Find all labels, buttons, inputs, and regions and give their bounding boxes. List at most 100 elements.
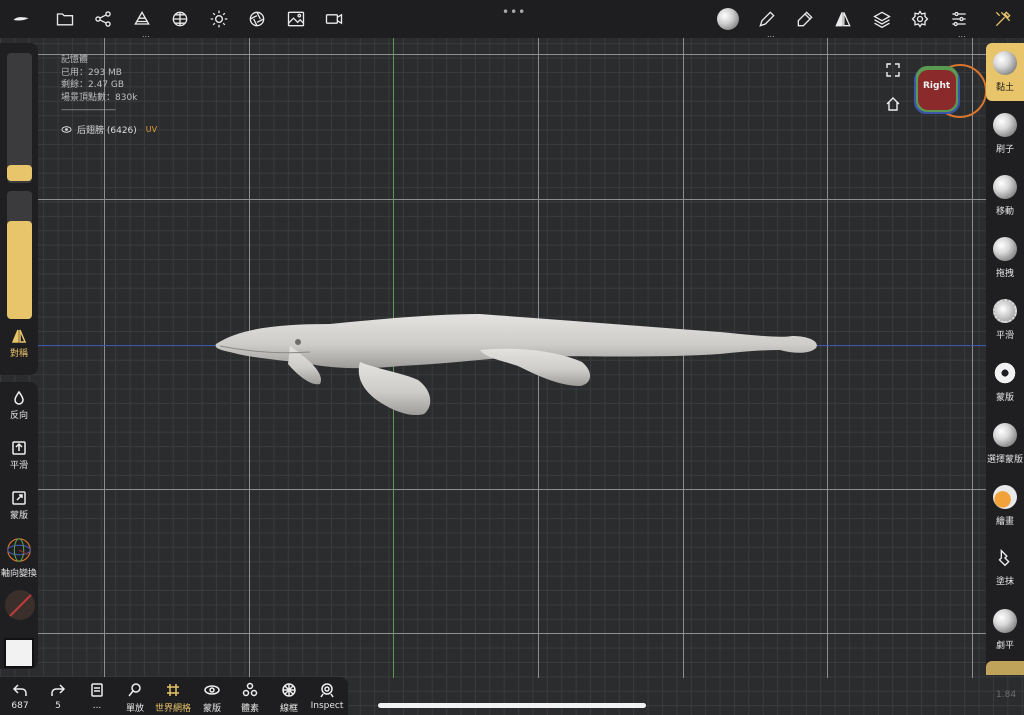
invert-button[interactable]: 反向	[0, 390, 38, 421]
tool-smudge[interactable]: 塗抹	[986, 539, 1024, 597]
smooth-label: 平滑	[9, 461, 28, 471]
material-color-swatch[interactable]	[5, 590, 35, 620]
world-grid-label: 世界網格	[154, 704, 191, 714]
radius-slider-handle[interactable]	[7, 165, 32, 181]
undo-count: 687	[11, 701, 29, 711]
inspect-button[interactable]: Inspect	[307, 682, 347, 711]
tool-label: 劇平	[995, 641, 1014, 651]
tool-label: 選擇蒙版	[986, 455, 1023, 465]
gizmo-face-label: Right	[923, 81, 951, 91]
tool-mask[interactable]: 蒙版	[986, 353, 1024, 411]
active-object-name: 后翅膀 (6426)	[77, 126, 137, 136]
fullscreen-icon[interactable]	[886, 63, 900, 77]
color-picker-swatch[interactable]	[4, 638, 34, 668]
smooth-button[interactable]: 平滑	[0, 440, 38, 471]
more-indicator: ...	[767, 30, 775, 39]
axis-transform-button[interactable]: 軸向變換	[0, 536, 38, 579]
app-logo-icon[interactable]	[10, 8, 32, 30]
window-handle-icon[interactable]: •••	[502, 5, 526, 19]
wireframe-toggle[interactable]: 線框	[269, 682, 309, 714]
lighting-icon[interactable]	[208, 8, 230, 30]
tool-brush[interactable]: 刷子	[986, 105, 1024, 163]
solo-button[interactable]: 單放	[115, 682, 155, 714]
tool-panel: 黏土 刷子 移動 拖拽 平滑 蒙版 選擇蒙版 繪畫 塗抹 劇平	[986, 43, 1024, 675]
whale-model[interactable]	[200, 300, 830, 430]
active-object-row[interactable]: 后翅膀 (6426) UV	[61, 123, 157, 136]
tool-clay[interactable]: 黏土	[986, 43, 1024, 101]
orientation-gizmo[interactable]: Right	[910, 62, 988, 122]
grid-line	[38, 633, 986, 634]
intensity-slider-fill[interactable]	[7, 221, 32, 319]
eye-icon[interactable]	[61, 124, 72, 135]
world-grid-toggle[interactable]: 世界網格	[153, 682, 193, 714]
tool-paint[interactable]: 繪畫	[986, 477, 1024, 535]
grid-line	[38, 489, 986, 490]
eyedropper-icon[interactable]	[794, 8, 816, 30]
grid-icon	[167, 684, 179, 696]
mask-button[interactable]: 蒙版	[0, 490, 38, 521]
tool-label: 蒙版	[995, 393, 1014, 403]
tool-smooth[interactable]: 平滑	[986, 291, 1024, 349]
tool-label: 拖拽	[995, 269, 1014, 279]
memory-label: 記憶體	[61, 55, 89, 65]
layers-icon[interactable]	[871, 8, 893, 30]
topology-icon[interactable]	[131, 8, 153, 30]
home-indicator[interactable]	[378, 703, 646, 708]
left-panel-actions: 反向 平滑 蒙版 軸向變換	[0, 382, 38, 669]
intensity-slider[interactable]	[7, 191, 32, 319]
material-preview-icon[interactable]	[716, 7, 740, 31]
wireframe-label: 線框	[279, 704, 298, 714]
smudge-finger-icon	[998, 549, 1010, 567]
mask-view-toggle[interactable]: 蒙版	[192, 682, 232, 714]
material-sphere-icon[interactable]	[169, 8, 191, 30]
home-icon[interactable]	[886, 97, 900, 111]
voxel-button[interactable]: 體素	[230, 682, 270, 714]
tool-scroll-hint	[986, 661, 1024, 675]
scene-stats: 記憶體 已用：293 MB 剩餘：2.47 GB 場景頂點數：830k ----…	[61, 54, 137, 117]
tool-select-mask[interactable]: 選擇蒙版	[986, 415, 1024, 473]
image-icon[interactable]	[285, 8, 307, 30]
flatten-brush-icon	[993, 609, 1017, 633]
scene-graph-icon[interactable]	[92, 8, 114, 30]
undo-icon	[12, 684, 27, 696]
settings-gear-icon[interactable]	[909, 8, 931, 30]
smooth-brush-icon	[993, 299, 1017, 323]
tool-label: 平滑	[995, 331, 1014, 341]
mask-label: 蒙版	[9, 511, 28, 521]
more-indicator: ...	[958, 30, 966, 39]
sliders-icon[interactable]	[948, 8, 970, 30]
brush-stroke-icon[interactable]	[756, 8, 778, 30]
symmetry-toggle[interactable]: 對稱	[0, 328, 38, 359]
scene-vertices: 場景頂點數：830k	[61, 92, 138, 103]
paint-brush-icon	[993, 485, 1017, 509]
history-button[interactable]: ...	[77, 682, 117, 711]
redo-count: 5	[55, 701, 61, 711]
brush-icon	[993, 113, 1017, 137]
inspect-icon	[320, 683, 334, 698]
clay-brush-icon	[993, 51, 1017, 75]
undo-button[interactable]: 687	[0, 682, 40, 711]
wireframe-sphere-icon	[282, 683, 296, 697]
folder-icon[interactable]	[54, 8, 76, 30]
magnifier-icon	[128, 683, 141, 697]
tool-drag[interactable]: 拖拽	[986, 229, 1024, 287]
mask-view-label: 蒙版	[202, 704, 221, 714]
redo-button[interactable]: 5	[38, 682, 78, 711]
tool-move[interactable]: 移動	[986, 167, 1024, 225]
axis-transform-label: 軸向變換	[0, 569, 37, 579]
radius-slider[interactable]	[7, 53, 32, 183]
video-icon[interactable]	[323, 8, 345, 30]
grid-line	[38, 54, 986, 55]
uv-badge: UV	[145, 125, 158, 134]
more-indicator: ...	[142, 30, 150, 39]
document-stack-icon	[91, 683, 103, 697]
tools-icon[interactable]	[992, 8, 1014, 30]
move-brush-icon	[993, 175, 1017, 199]
version-label: 1.84	[996, 690, 1017, 700]
viewport[interactable]	[0, 0, 1024, 715]
tool-flatten[interactable]: 劇平	[986, 601, 1024, 659]
symmetry-icon[interactable]	[832, 8, 854, 30]
tool-label: 移動	[995, 207, 1014, 217]
camera-aperture-icon[interactable]	[246, 8, 268, 30]
tool-label: 黏土	[995, 83, 1014, 93]
